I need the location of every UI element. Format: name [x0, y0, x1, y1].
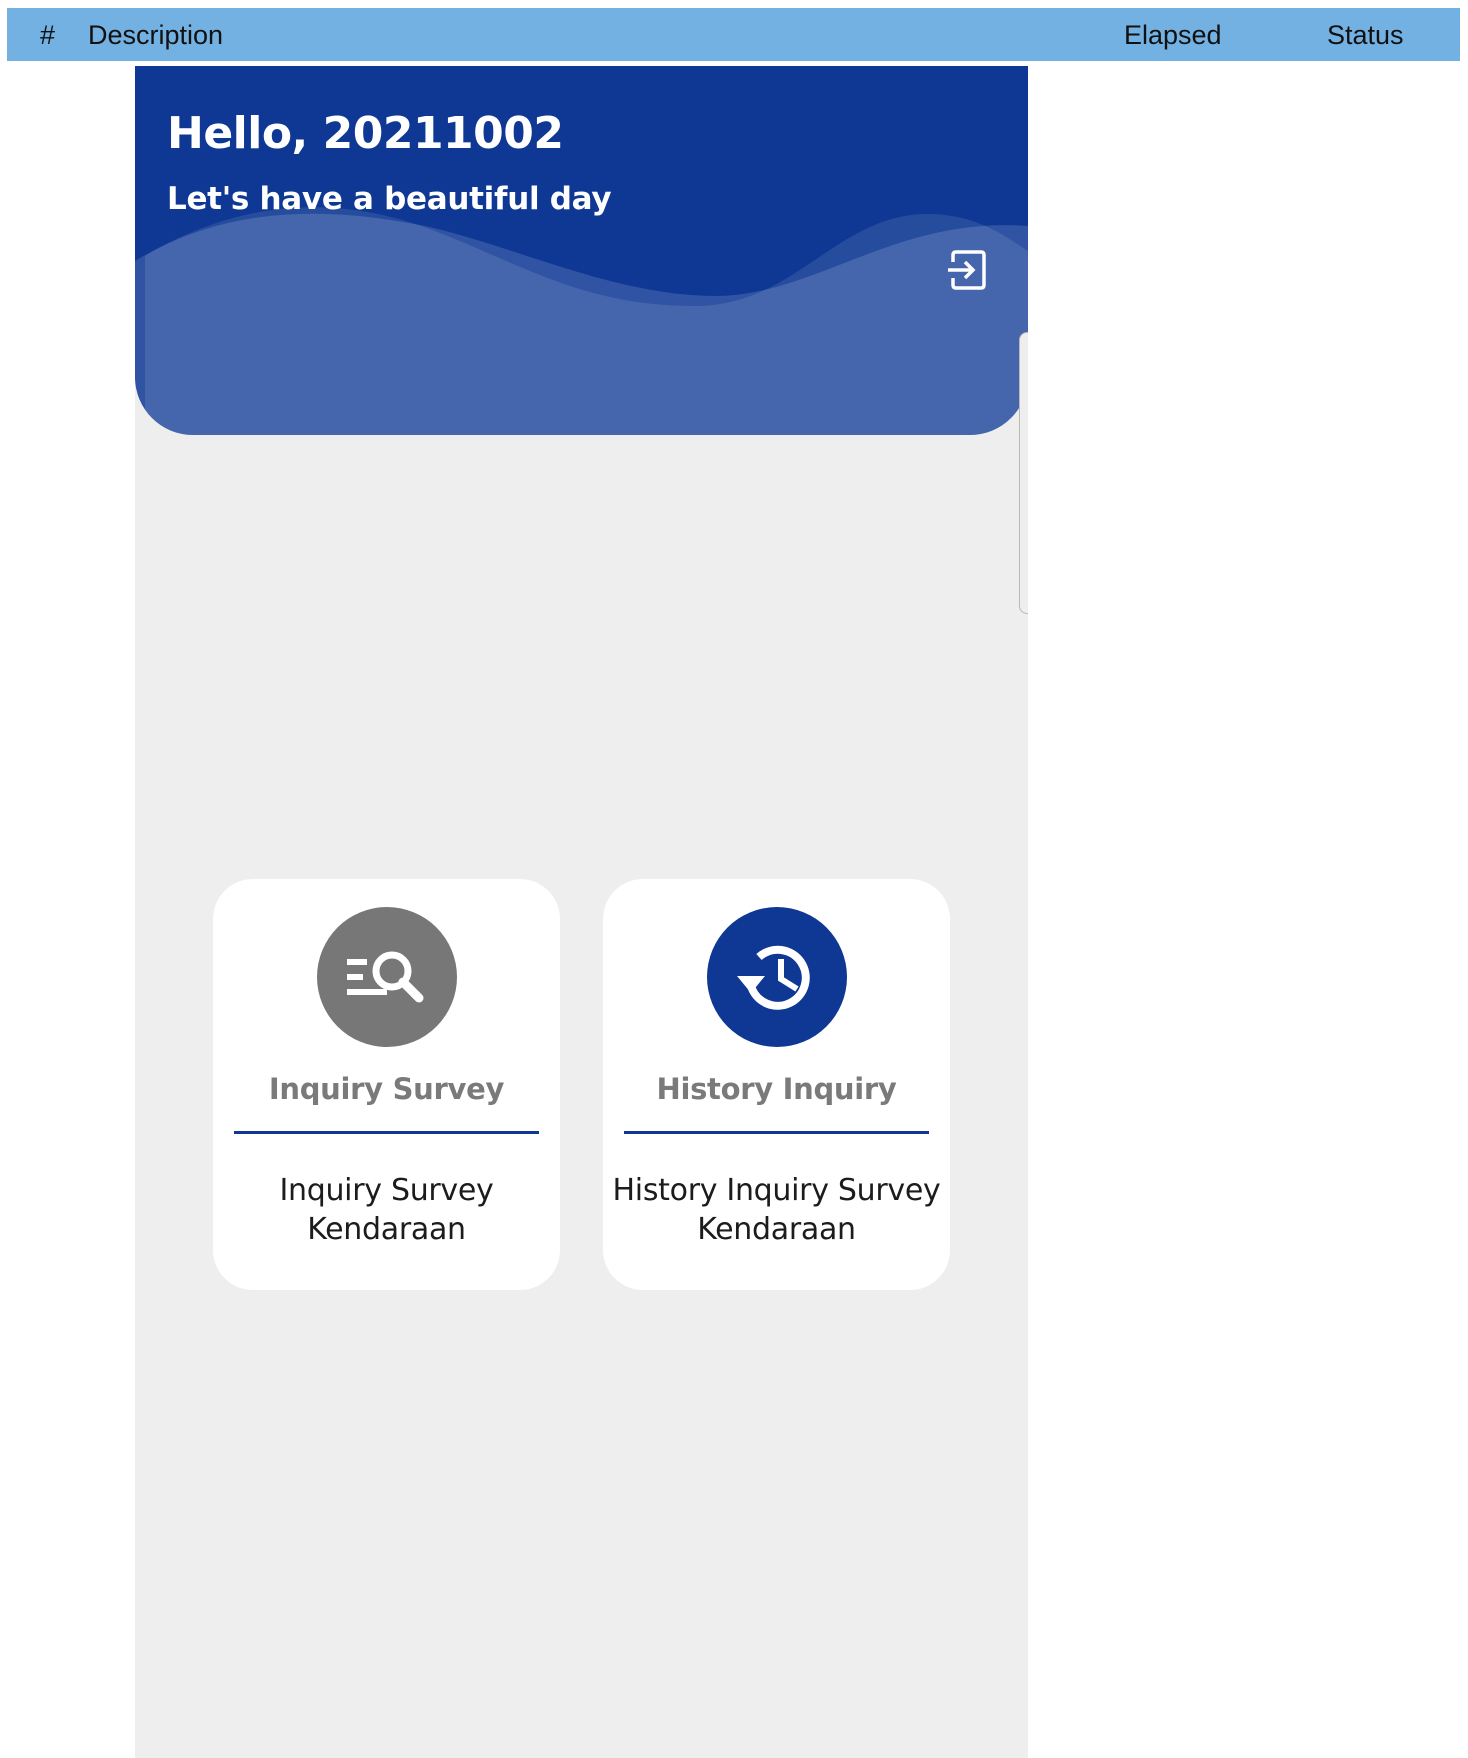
app-screen: Hello, 20211002 Let's have a beautiful d…	[135, 66, 1028, 1758]
history-inquiry-title: History Inquiry	[656, 1072, 897, 1106]
inquiry-survey-title: Inquiry Survey	[268, 1072, 505, 1106]
greeting-title: Hello, 20211002	[167, 108, 564, 159]
search-list-icon	[347, 951, 424, 1003]
history-inquiry-card[interactable]: History Inquiry History Inquiry Survey K…	[603, 879, 950, 1290]
inquiry-survey-description: Inquiry Survey Kendaraan	[279, 1173, 494, 1247]
column-header-status: Status	[1327, 20, 1404, 50]
inquiry-icon-circle	[317, 907, 457, 1047]
report-header-bar: # Description Elapsed Status	[7, 8, 1460, 61]
history-icon-circle	[707, 907, 847, 1047]
column-header-description: Description	[88, 20, 224, 50]
card-divider	[624, 1131, 929, 1134]
exit-to-app-icon	[948, 250, 986, 290]
home-header-banner: Hello, 20211002 Let's have a beautiful d…	[135, 66, 1028, 435]
inquiry-survey-card[interactable]: Inquiry Survey Inquiry Survey Kendaraan	[213, 879, 560, 1290]
greeting-subtitle: Let's have a beautiful day	[167, 181, 612, 217]
column-header-elapsed: Elapsed	[1124, 20, 1222, 50]
column-header-number: #	[40, 20, 56, 50]
scroll-indicator[interactable]	[1019, 332, 1028, 614]
card-divider	[234, 1131, 539, 1134]
history-inquiry-description: History Inquiry Survey Kendaraan	[612, 1173, 941, 1247]
logout-button[interactable]	[941, 245, 991, 295]
history-icon	[737, 945, 810, 1010]
